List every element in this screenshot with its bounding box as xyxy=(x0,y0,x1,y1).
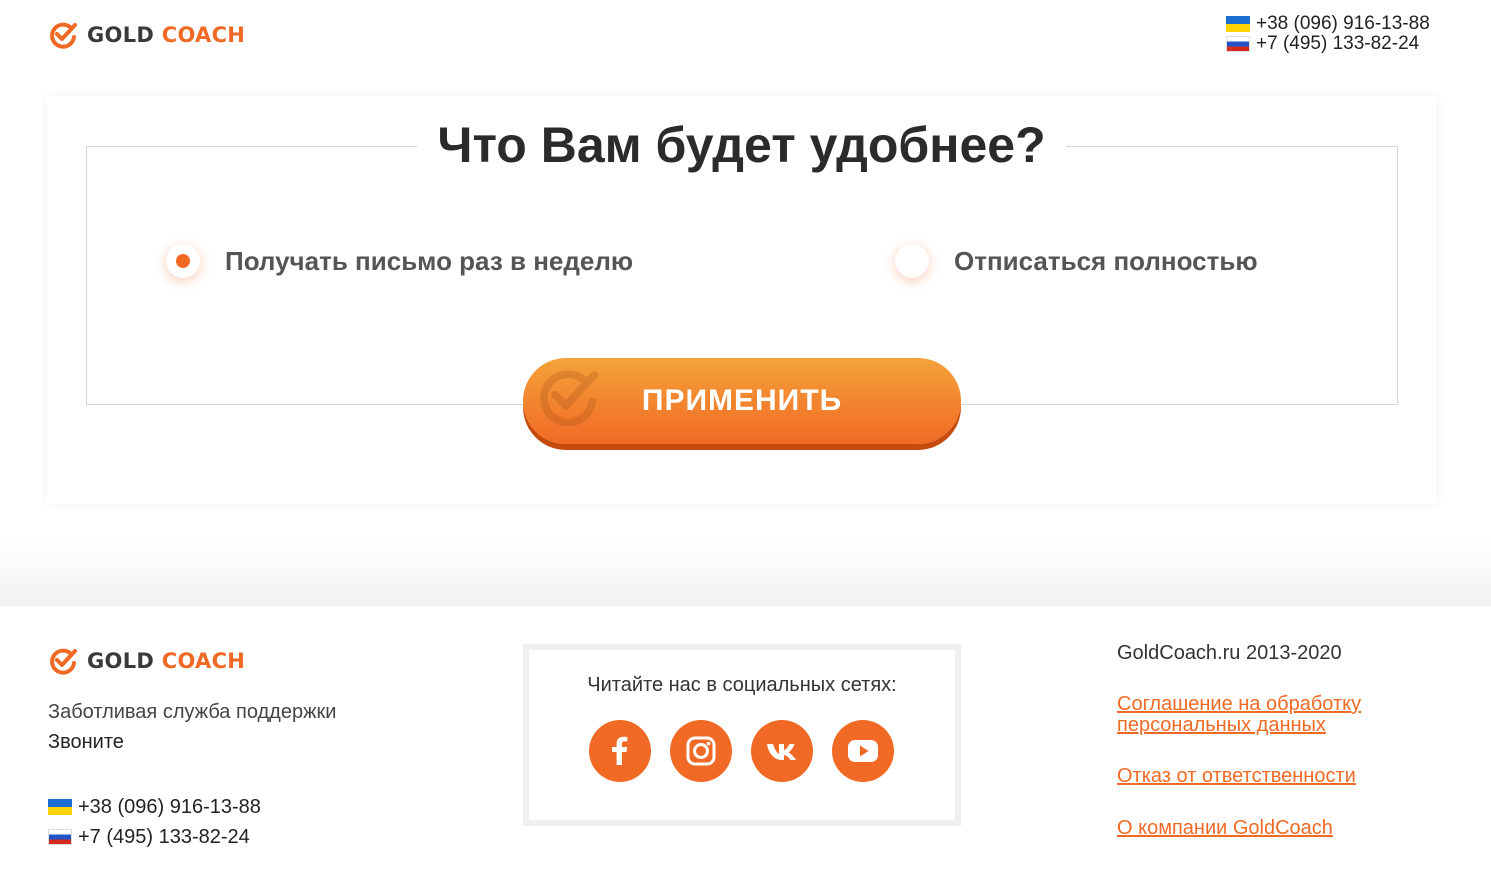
flag-ua-icon xyxy=(1226,16,1250,32)
header-phones: +38 (096) 916-13-88 +7 (495) 133-82-24 xyxy=(1226,14,1430,54)
radio-selected-dot xyxy=(176,254,190,268)
subscription-card: Что Вам будет удобнее? Получать письмо р… xyxy=(47,96,1436,504)
radio-unsubscribe[interactable] xyxy=(895,244,929,278)
logo-coach-text: COACH xyxy=(161,649,246,673)
about-company-link[interactable]: О компании GoldCoach xyxy=(1117,818,1333,839)
social-box: Читайте нас в социальных сетях: xyxy=(523,644,961,826)
check-watermark-icon xyxy=(540,370,599,427)
logo-gold-text: GOLD xyxy=(87,649,155,673)
flag-ua-icon xyxy=(48,799,72,815)
footer-phone-ru[interactable]: +7 (495) 133-82-24 xyxy=(48,822,261,852)
header-logo[interactable]: GOLD COACH xyxy=(48,20,245,50)
logo-coach-text: COACH xyxy=(161,23,246,47)
footer: GOLD COACH Заботливая служба поддержки З… xyxy=(0,606,1491,889)
instagram-icon[interactable] xyxy=(670,720,732,782)
apply-button-label: ПРИМЕНИТЬ xyxy=(641,384,843,417)
call-text: Звоните xyxy=(48,731,124,753)
question-title-wrap: Что Вам будет удобнее? xyxy=(47,116,1436,174)
logo-gold-text: GOLD xyxy=(87,23,155,47)
radio-weekly[interactable] xyxy=(166,244,200,278)
option-weekly-label: Получать письмо раз в неделю xyxy=(225,245,634,276)
logo-check-icon xyxy=(50,648,77,675)
logo-check-icon xyxy=(50,22,77,49)
flag-ru-icon xyxy=(1226,36,1250,52)
section-divider xyxy=(0,540,1491,606)
apply-button[interactable]: ПРИМЕНИТЬ xyxy=(523,358,961,444)
page-title: Что Вам будет удобнее? xyxy=(417,116,1066,174)
support-text: Заботливая служба поддержки xyxy=(48,701,337,723)
privacy-agreement-link[interactable]: Соглашение на обработку персональных дан… xyxy=(1117,694,1407,736)
youtube-icon[interactable] xyxy=(832,720,894,782)
phone-number: +38 (096) 916-13-88 xyxy=(1256,13,1430,34)
phone-number: +7 (495) 133-82-24 xyxy=(78,826,250,848)
phone-number: +38 (096) 916-13-88 xyxy=(78,796,261,818)
option-unsubscribe[interactable]: Отписаться полностью xyxy=(895,244,1258,278)
social-title: Читайте нас в социальных сетях: xyxy=(587,674,897,696)
social-icons xyxy=(589,720,894,782)
header-phone-ru[interactable]: +7 (495) 133-82-24 xyxy=(1226,34,1430,54)
footer-phone-ua[interactable]: +38 (096) 916-13-88 xyxy=(48,792,261,822)
vk-icon[interactable] xyxy=(751,720,813,782)
option-unsubscribe-label: Отписаться полностью xyxy=(954,245,1258,276)
header-phone-ua[interactable]: +38 (096) 916-13-88 xyxy=(1226,14,1430,34)
option-weekly[interactable]: Получать письмо раз в неделю xyxy=(166,244,633,278)
disclaimer-link[interactable]: Отказ от ответственности xyxy=(1117,766,1356,787)
flag-ru-icon xyxy=(48,829,72,845)
footer-phones: +38 (096) 916-13-88 +7 (495) 133-82-24 xyxy=(48,792,261,852)
phone-number: +7 (495) 133-82-24 xyxy=(1256,33,1420,54)
copyright-text: GoldCoach.ru 2013-2020 xyxy=(1117,642,1342,664)
footer-logo[interactable]: GOLD COACH xyxy=(48,646,245,676)
facebook-icon[interactable] xyxy=(589,720,651,782)
